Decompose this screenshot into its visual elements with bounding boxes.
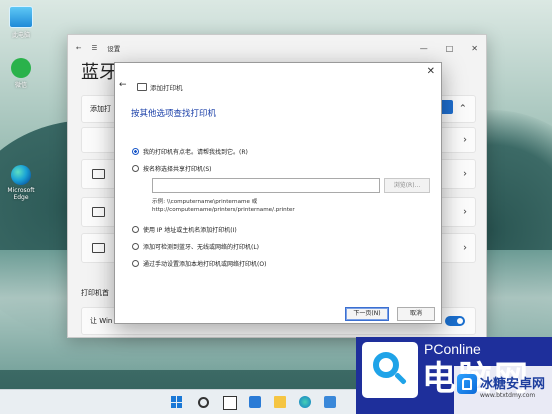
widgets-icon[interactable] xyxy=(249,396,261,408)
chevron-right-icon: › xyxy=(463,168,467,180)
windows-start-icon[interactable] xyxy=(171,396,183,408)
back-arrow-icon[interactable]: ← xyxy=(76,44,81,52)
page-title: 蓝牙 xyxy=(81,62,117,83)
printer-icon xyxy=(92,243,105,253)
radio-button[interactable] xyxy=(132,226,139,233)
desktop-icon-edge[interactable]: Microsoft Edge xyxy=(1,165,41,201)
default-printer-toggle[interactable] xyxy=(445,316,465,326)
android-logo-icon xyxy=(457,374,477,394)
option-shared-printer-by-name[interactable]: 按名称选择共享打印机(S) xyxy=(132,164,212,173)
desktop-icon-label: 此电脑 xyxy=(11,32,30,39)
minimize-icon[interactable]: — xyxy=(420,44,428,53)
cancel-button[interactable]: 取消 xyxy=(397,307,435,321)
desktop-icon-this-pc[interactable]: 此电脑 xyxy=(1,6,41,39)
search-icon[interactable] xyxy=(198,397,209,408)
option-label: 按名称选择共享打印机(S) xyxy=(143,166,212,173)
option-label: 使用 IP 地址或主机名添加打印机(I) xyxy=(143,227,237,234)
option-label: 通过手动设置添加本地打印机或网络打印机(O) xyxy=(143,261,267,268)
dialog-heading: 按其他选项查找打印机 xyxy=(131,109,217,119)
watermark-brand: PConline xyxy=(424,341,481,357)
store-icon[interactable] xyxy=(324,396,336,408)
radio-button[interactable] xyxy=(132,243,139,250)
maximize-icon[interactable]: □ xyxy=(446,44,454,53)
printer-icon xyxy=(92,169,105,179)
example-line: http://computername/printers/printername… xyxy=(152,207,295,213)
settings-titlebar: ← ☰ 设置 — □ ✕ xyxy=(68,35,486,61)
desktop-icon-label: Microsoft Edge xyxy=(7,187,35,201)
printer-icon xyxy=(137,83,147,91)
dialog-back-arrow-icon[interactable]: ← xyxy=(119,80,127,90)
wechat-icon xyxy=(11,58,31,78)
option-old-printer[interactable]: 我的打印机有点老。请帮我找到它。(R) xyxy=(132,147,248,156)
option-label: 我的打印机有点老。请帮我找到它。(R) xyxy=(143,149,248,156)
next-button[interactable]: 下一页(N) xyxy=(345,307,389,321)
radio-button[interactable] xyxy=(132,165,139,172)
radio-button[interactable] xyxy=(132,260,139,267)
add-printer-dialog: ✕ ← 添加打印机 按其他选项查找打印机 我的打印机有点老。请帮我找到它。(R)… xyxy=(114,62,442,324)
chevron-right-icon: › xyxy=(463,206,467,218)
radio-button-selected[interactable] xyxy=(132,148,139,155)
browse-button[interactable]: 浏览(R)... xyxy=(384,178,430,193)
chevron-right-icon: › xyxy=(463,242,467,254)
computer-icon xyxy=(9,6,33,28)
close-icon[interactable]: ✕ xyxy=(471,44,478,53)
option-label: 添加可检测到蓝牙、无线或网络的打印机(L) xyxy=(143,244,260,251)
task-view-icon[interactable] xyxy=(223,396,237,410)
hamburger-menu-icon[interactable]: ☰ xyxy=(91,44,97,52)
window-controls: — □ ✕ xyxy=(420,44,478,53)
chevron-right-icon: › xyxy=(463,134,467,146)
dialog-title: 添加打印机 xyxy=(137,82,183,92)
site-url: www.btxtdmy.com xyxy=(480,392,536,399)
printer-icon xyxy=(92,207,105,217)
shared-printer-path-input[interactable] xyxy=(152,178,380,193)
option-bluetooth-wireless[interactable]: 添加可检测到蓝牙、无线或网络的打印机(L) xyxy=(132,242,259,251)
edge-icon[interactable] xyxy=(299,396,311,408)
chevron-up-icon[interactable]: ⌃ xyxy=(459,104,467,115)
example-text: 示例: \\computername\printername 或 http://… xyxy=(152,198,295,214)
edge-icon xyxy=(11,165,31,185)
option-ip-address[interactable]: 使用 IP 地址或主机名添加打印机(I) xyxy=(132,225,237,234)
dialog-close-icon[interactable]: ✕ xyxy=(427,66,435,77)
printer-preferences-section-label: 打印机首 xyxy=(81,289,109,297)
site-name: 冰糖安卓网 xyxy=(480,377,546,392)
desktop-icon-wechat[interactable]: 微信 xyxy=(1,58,41,89)
default-printer-label: 让 Win xyxy=(90,317,113,325)
settings-window-title: 设置 xyxy=(107,45,121,53)
file-explorer-icon[interactable] xyxy=(274,396,286,408)
option-manual-settings[interactable]: 通过手动设置添加本地打印机或网络打印机(O) xyxy=(132,259,266,268)
desktop-icon-label: 微信 xyxy=(14,82,27,89)
example-line: 示例: \\computername\printername 或 xyxy=(152,199,258,205)
dialog-title-text: 添加打印机 xyxy=(150,84,183,92)
site-watermark: 冰糖安卓网 www.btxtdmy.com xyxy=(454,366,552,414)
add-device-label: 添加打 xyxy=(90,105,111,113)
pconline-logo-icon xyxy=(362,342,418,398)
